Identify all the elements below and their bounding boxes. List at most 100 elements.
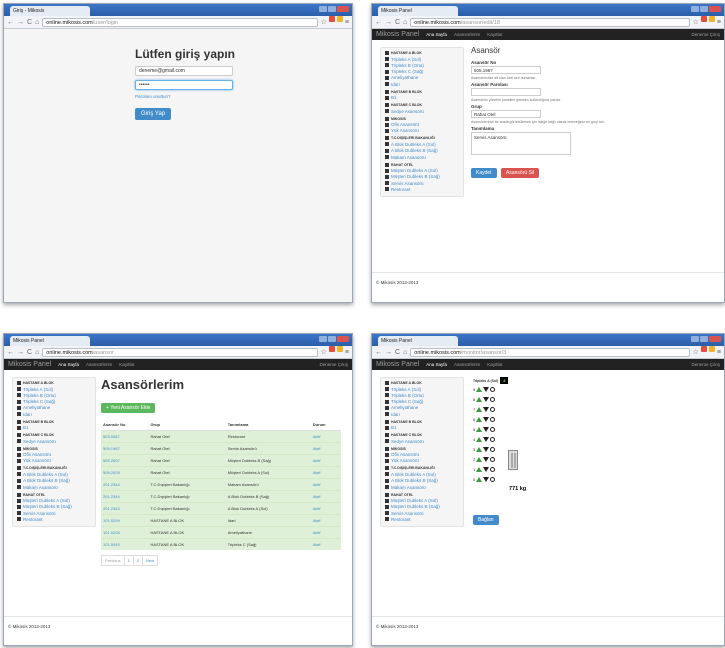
menu-icon[interactable]: ≡ — [345, 346, 349, 359]
nav-home[interactable]: Ana Sayfa — [426, 362, 447, 367]
elevator-no-link[interactable]: 505.2025 — [101, 466, 149, 479]
back-icon[interactable]: ← — [375, 346, 382, 359]
back-icon[interactable]: ← — [375, 16, 382, 29]
extension-icon[interactable] — [700, 15, 707, 22]
sidebar-item[interactable]: Ofis Asansörü — [385, 122, 459, 127]
sidebar-item[interactable]: A Blok Dubleks B (Sağ) — [17, 478, 91, 483]
elevator-no-link[interactable]: 505.2007 — [101, 454, 149, 467]
sidebar-item[interactable]: Sedye Asansörü — [17, 439, 91, 444]
elevator-no-link[interactable]: 201.2344 — [101, 478, 149, 491]
url-input[interactable]: online.mikosis.com/monitor/asansor/3 — [410, 347, 690, 357]
logout-link[interactable]: Deneme Çıkış — [691, 29, 720, 40]
call-down-icon[interactable] — [483, 456, 490, 462]
delete-button[interactable]: Asansörü Sil — [501, 168, 540, 178]
sidebar-item[interactable]: Tripleks C (Sağ) — [385, 69, 459, 74]
sidebar-item[interactable]: B1 — [385, 95, 459, 100]
sidebar-item[interactable]: A Blok Dubleks A (Sol) — [385, 142, 459, 147]
pagination-previous[interactable]: Previous — [101, 555, 125, 566]
call-down-icon[interactable] — [483, 446, 490, 452]
table-row[interactable]: 101.0209 HASTANE A BLOK Idari Aktif — [101, 514, 341, 527]
call-up-icon[interactable] — [476, 416, 483, 422]
forward-icon[interactable]: → — [17, 16, 24, 29]
table-row[interactable]: 101.0208 HASTANE A BLOK Ameliyathane Aktif — [101, 526, 341, 539]
browser-tab[interactable]: Giriş - Mikosis — [10, 6, 90, 16]
elevator-no-link[interactable]: 201.2344 — [101, 490, 149, 503]
sidebar-item[interactable]: Tripleks A (Sol) — [17, 387, 91, 392]
minimize-icon[interactable] — [319, 336, 327, 342]
forgot-password-link[interactable]: Parolanı unuttun? — [135, 94, 239, 99]
sidebar-item[interactable]: Yük Asansörü — [385, 458, 459, 463]
sidebar-item[interactable]: Sedye Asansörü — [385, 109, 459, 114]
add-elevator-button[interactable]: + Yeni Asansör Ekle — [101, 403, 156, 413]
sidebar-item[interactable]: B1 — [17, 425, 91, 430]
call-down-icon[interactable] — [483, 406, 490, 412]
sidebar-item[interactable]: Idari — [385, 412, 459, 417]
url-input[interactable]: online.mikosis.com/asansor — [42, 347, 318, 357]
table-row[interactable]: 201.2344 T.C.Dışişleri Bakanlığı Makam Asa… — [101, 478, 341, 491]
status-link[interactable]: Aktif — [310, 514, 341, 527]
home-icon[interactable]: ⌂ — [35, 16, 39, 29]
extension-icon[interactable] — [328, 15, 335, 22]
email-field[interactable]: deneme@gmail.com — [135, 66, 233, 76]
browser-tab[interactable]: Mikosis Panel — [378, 336, 458, 346]
menu-icon[interactable]: ≡ — [717, 16, 721, 29]
sidebar-item[interactable]: A Blok Dubleks B (Sağ) — [385, 478, 459, 483]
password-field[interactable]: •••••• — [135, 80, 233, 90]
status-link[interactable]: Aktif — [310, 478, 341, 491]
elevator-no-link[interactable]: 503.0087 — [101, 430, 149, 443]
menu-icon[interactable]: ≡ — [345, 16, 349, 29]
browser-tab[interactable]: Mikosis Panel — [378, 6, 458, 16]
minimize-icon[interactable] — [319, 6, 327, 12]
nav-elevators[interactable]: Asansörlerim — [454, 362, 480, 367]
star-icon[interactable]: ☆ — [321, 16, 327, 29]
star-icon[interactable]: ☆ — [693, 346, 699, 359]
extension-icon[interactable] — [708, 15, 715, 22]
call-down-icon[interactable] — [483, 396, 490, 402]
call-down-icon[interactable] — [483, 466, 490, 472]
table-row[interactable]: 505.2007 Rahat Otel Müşteri Dubleks B (Sağ… — [101, 454, 341, 467]
column-header[interactable]: Durum — [310, 419, 341, 431]
description-textarea[interactable]: Servis Asansörü — [471, 132, 571, 155]
sidebar-item[interactable]: Idari — [385, 82, 459, 87]
minimize-icon[interactable] — [691, 336, 699, 342]
sidebar-item[interactable]: Tripleks A (Sol) — [385, 57, 459, 62]
maximize-icon[interactable] — [328, 336, 336, 342]
cabin-call-icon[interactable] — [490, 466, 496, 472]
status-link[interactable]: Aktif — [310, 490, 341, 503]
extension-icon[interactable] — [336, 345, 343, 352]
nav-elevators[interactable]: Asansörlerim — [454, 32, 480, 37]
call-up-icon[interactable] — [476, 396, 483, 402]
call-down-icon[interactable] — [483, 426, 490, 432]
close-icon[interactable] — [709, 336, 721, 342]
call-up-icon[interactable] — [476, 456, 483, 462]
star-icon[interactable]: ☆ — [693, 16, 699, 29]
sidebar-item[interactable]: Müşteri Dubleks A (Sol) — [385, 498, 459, 503]
url-input[interactable]: online.mikosis.com/asansor/edit/18 — [410, 17, 690, 27]
sidebar-item[interactable]: Tripleks A (Sol) — [385, 387, 459, 392]
reload-icon[interactable]: C — [395, 16, 400, 29]
extension-icon[interactable] — [328, 345, 335, 352]
status-link[interactable]: Aktif — [310, 526, 341, 539]
sidebar-item[interactable]: Makam Asansörü — [385, 485, 459, 490]
column-header[interactable]: Asansör No — [101, 419, 149, 431]
elevator-no-link[interactable]: 101.0209 — [101, 514, 149, 527]
back-icon[interactable]: ← — [7, 346, 14, 359]
cabin-call-icon[interactable] — [490, 386, 496, 392]
status-link[interactable]: Aktif — [310, 466, 341, 479]
forward-icon[interactable]: → — [385, 346, 392, 359]
elevator-password-field[interactable] — [471, 88, 541, 96]
elevator-no-link[interactable]: 101.0049 — [101, 538, 149, 550]
star-icon[interactable]: ☆ — [321, 346, 327, 359]
sidebar-item[interactable]: Ofis Asansörü — [385, 452, 459, 457]
sidebar-item[interactable]: Tripleks B (Orta) — [17, 393, 91, 398]
table-row[interactable]: 503.0087 Rahat Otel Restorant Aktif — [101, 430, 341, 443]
sidebar-item[interactable]: B1 — [385, 425, 459, 430]
back-icon[interactable]: ← — [7, 16, 14, 29]
nav-records[interactable]: Kayıtlar — [487, 362, 502, 367]
call-up-icon[interactable] — [476, 426, 483, 432]
extension-icon[interactable] — [708, 345, 715, 352]
call-up-icon[interactable] — [476, 446, 483, 452]
sidebar-item[interactable]: Ofis Asansörü — [17, 452, 91, 457]
cabin-call-icon[interactable] — [490, 456, 496, 462]
save-button[interactable]: Kaydet — [471, 168, 497, 178]
